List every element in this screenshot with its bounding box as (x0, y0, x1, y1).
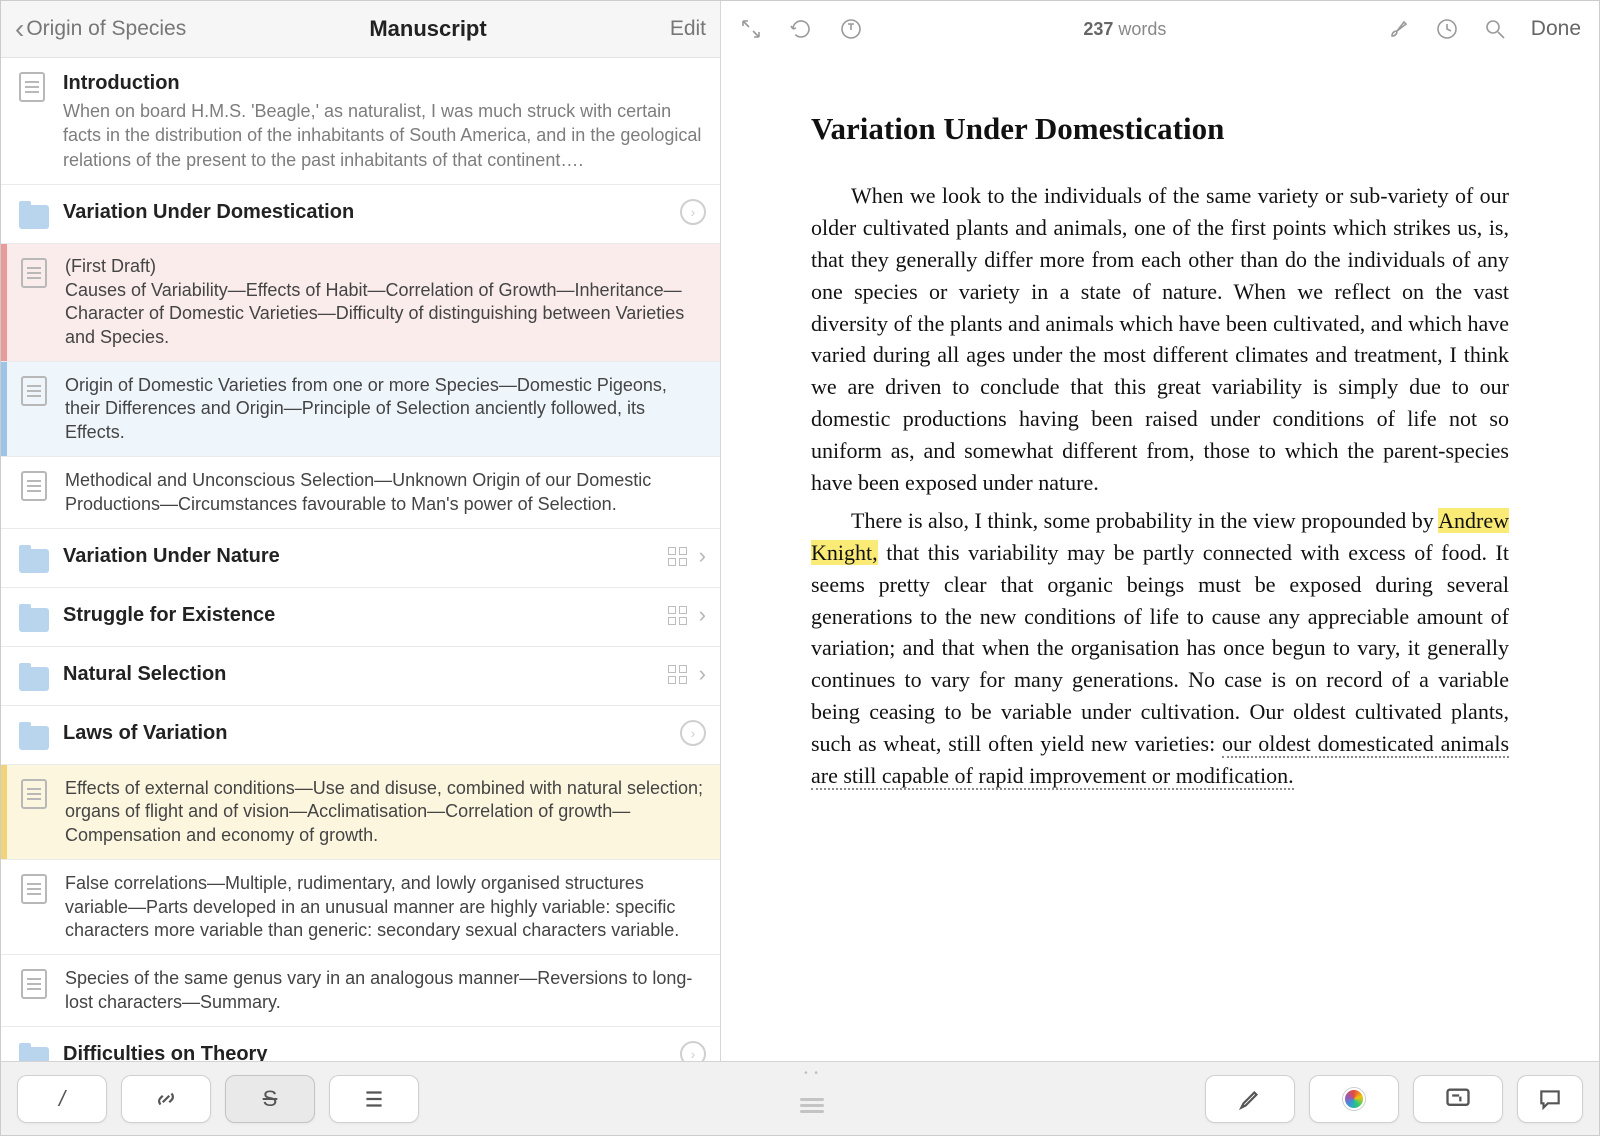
binder-title: Manuscript (186, 16, 670, 42)
folder-icon (19, 608, 49, 632)
document-icon (21, 874, 47, 904)
expand-toggle-icon[interactable]: › (680, 720, 706, 746)
drag-dots-icon: • • (804, 1068, 820, 1079)
expand-toggle-icon[interactable]: › (680, 199, 706, 225)
folder-icon (19, 667, 49, 691)
italic-button[interactable]: / (17, 1075, 107, 1123)
folder-title: Natural Selection (63, 661, 660, 687)
folder-title: Laws of Variation (63, 720, 672, 746)
manuscript-editor[interactable]: Variation Under Domestication When we lo… (721, 57, 1599, 1061)
word-count[interactable]: 237 words (1083, 19, 1166, 40)
color-wheel-icon (1343, 1088, 1365, 1110)
document-icon (21, 376, 47, 406)
binder-panel: ‹ Origin of Species Manuscript Edit Intr… (1, 1, 721, 1061)
folder-difficulties[interactable]: Difficulties on Theory › (1, 1027, 720, 1061)
folder-title: Variation Under Domestication (63, 199, 672, 225)
typewriter-icon[interactable] (839, 17, 863, 41)
manuscript-heading: Variation Under Domestication (811, 107, 1509, 152)
document-icon (19, 72, 45, 102)
folder-icon (19, 726, 49, 750)
expand-toggle-icon[interactable]: › (680, 1041, 706, 1061)
bottom-toolbar: / S • • (1, 1061, 1599, 1135)
strikethrough-button[interactable]: S (225, 1075, 315, 1123)
editor-header: 237 words Done (721, 1, 1599, 57)
link-button[interactable] (121, 1075, 211, 1123)
folder-natural-selection[interactable]: Natural Selection › (1, 647, 720, 706)
doc-lv-false[interactable]: False correlations—Multiple, rudimentary… (1, 860, 720, 955)
doc-lv-species[interactable]: Species of the same genus vary in an ana… (1, 955, 720, 1027)
corkboard-icon[interactable] (668, 606, 687, 625)
list-button[interactable] (329, 1075, 419, 1123)
binder-header: ‹ Origin of Species Manuscript Edit (1, 1, 720, 57)
sync-icon[interactable] (789, 17, 813, 41)
doc-vd-methodical[interactable]: Methodical and Unconscious Selection—Unk… (1, 457, 720, 529)
document-icon (21, 779, 47, 809)
doc-text: Methodical and Unconscious Selection—Unk… (65, 469, 706, 516)
expand-icon[interactable] (739, 17, 763, 41)
search-icon[interactable] (1483, 17, 1507, 41)
doc-text: Effects of external conditions—Use and d… (65, 777, 706, 847)
done-button[interactable]: Done (1531, 17, 1581, 41)
intro-title: Introduction (63, 70, 706, 96)
folder-laws-variation[interactable]: Laws of Variation › (1, 706, 720, 765)
doc-subhead: (First Draft) (65, 256, 706, 277)
editor-panel: 237 words Done Variation Under Domestica… (721, 1, 1599, 1061)
doc-text: Causes of Variability—Effects of Habit—C… (65, 279, 706, 349)
chevron-right-icon[interactable]: › (699, 543, 706, 569)
corkboard-icon[interactable] (668, 547, 687, 566)
color-button[interactable] (1309, 1075, 1399, 1123)
doc-text: False correlations—Multiple, rudimentary… (65, 872, 706, 942)
folder-variation-nature[interactable]: Variation Under Nature › (1, 529, 720, 588)
manuscript-paragraph-1: When we look to the individuals of the s… (811, 180, 1509, 499)
highlight-button[interactable] (1205, 1075, 1295, 1123)
folder-title: Struggle for Existence (63, 602, 660, 628)
doc-text: Species of the same genus vary in an ana… (65, 967, 706, 1014)
folder-struggle[interactable]: Struggle for Existence › (1, 588, 720, 647)
doc-lv-effects[interactable]: Effects of external conditions—Use and d… (1, 765, 720, 860)
folder-icon (19, 1047, 49, 1061)
manuscript-paragraph-2: There is also, I think, some probability… (811, 505, 1509, 792)
folder-icon (19, 205, 49, 229)
back-button[interactable]: Origin of Species (26, 17, 186, 41)
outline-list: Introduction When on board H.M.S. 'Beagl… (1, 57, 720, 1061)
intro-snippet: When on board H.M.S. 'Beagle,' as natura… (63, 99, 706, 172)
brush-icon[interactable] (1387, 17, 1411, 41)
doc-text: Origin of Domestic Varieties from one or… (65, 374, 706, 444)
folder-variation-domestication[interactable]: Variation Under Domestication › (1, 185, 720, 244)
annotation-button[interactable] (1517, 1075, 1583, 1123)
doc-vd-origin[interactable]: Origin of Domestic Varieties from one or… (1, 362, 720, 457)
folder-title: Variation Under Nature (63, 543, 660, 569)
chevron-right-icon[interactable]: › (699, 661, 706, 687)
folder-title: Difficulties on Theory (63, 1041, 672, 1061)
corkboard-icon[interactable] (668, 665, 687, 684)
document-icon (21, 471, 47, 501)
chevron-right-icon[interactable]: › (699, 602, 706, 628)
document-icon (21, 258, 47, 288)
word-count-label: words (1118, 19, 1166, 39)
edit-button[interactable]: Edit (670, 17, 706, 41)
document-icon (21, 969, 47, 999)
outline-introduction[interactable]: Introduction When on board H.M.S. 'Beagl… (1, 58, 720, 185)
folder-icon (19, 549, 49, 573)
history-icon[interactable] (1435, 17, 1459, 41)
word-count-number: 237 (1083, 19, 1113, 39)
drag-handle[interactable]: • • (435, 1084, 1189, 1113)
comment-button[interactable] (1413, 1075, 1503, 1123)
doc-vd-first-draft[interactable]: (First Draft) Causes of Variability—Effe… (1, 244, 720, 362)
back-chevron-icon[interactable]: ‹ (15, 13, 24, 45)
